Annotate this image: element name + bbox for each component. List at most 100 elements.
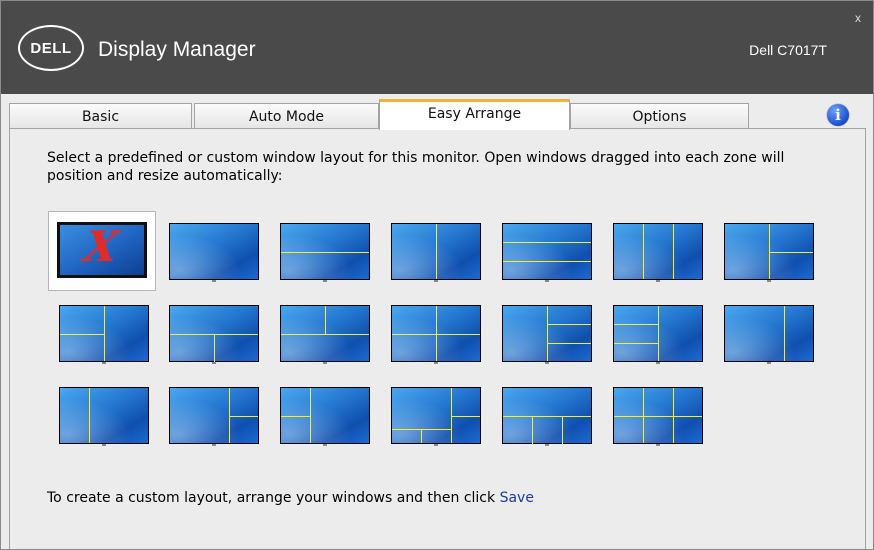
zone-divider — [436, 306, 437, 361]
monitor-screen — [614, 306, 702, 361]
layout-none-option[interactable]: X — [48, 211, 156, 291]
zone-divider — [281, 416, 310, 417]
close-button[interactable]: x — [855, 11, 861, 25]
monitor-screen — [281, 306, 369, 361]
monitor-stand — [212, 280, 216, 282]
monitor-screen — [725, 306, 813, 361]
layout-narrow-split-wide-option[interactable] — [279, 386, 371, 448]
layout-top-split-bottom-option[interactable] — [279, 304, 371, 366]
zone-divider — [281, 334, 369, 335]
layout-3-stacked-option[interactable] — [501, 222, 593, 284]
layout-left3-right-option[interactable] — [612, 304, 704, 366]
zone-divider — [503, 261, 591, 262]
monitor-stand — [656, 362, 660, 364]
display-manager-window: DELL Display Manager Dell C7017T x Basic… — [0, 0, 874, 550]
layout-complex-a-option[interactable] — [390, 386, 482, 448]
monitor-stand — [323, 362, 327, 364]
monitor-screen — [503, 306, 591, 361]
zone-divider — [532, 416, 533, 444]
zone-divider — [547, 324, 591, 325]
dell-logo: DELL — [18, 25, 84, 71]
monitor-stand — [434, 362, 438, 364]
app-title: Display Manager — [98, 38, 256, 61]
monitor-screen — [614, 224, 702, 279]
tab-basic[interactable]: Basic — [9, 103, 192, 128]
monitor-stand — [656, 444, 660, 446]
tab-easy-arrange[interactable]: Easy Arrange — [379, 99, 570, 130]
layout-left-3-right-option[interactable] — [501, 304, 593, 366]
monitor-screen — [503, 224, 591, 279]
zone-divider — [421, 429, 422, 443]
layout-3-cols-option[interactable] — [612, 222, 704, 284]
layout-top-bottom-split-option[interactable] — [168, 304, 260, 366]
monitor-stand — [545, 444, 549, 446]
layout-quad-option[interactable] — [390, 304, 482, 366]
monitor-stand — [102, 362, 106, 364]
remove-icon: X — [80, 222, 123, 271]
monitor-screen — [60, 388, 148, 443]
monitor-stand — [102, 444, 106, 446]
title-bar: DELL Display Manager Dell C7017T x — [1, 1, 873, 94]
zone-divider — [503, 242, 591, 243]
zone-divider — [451, 416, 480, 417]
tab-auto-mode[interactable]: Auto Mode — [194, 103, 379, 128]
monitor-stand — [323, 280, 327, 282]
zone-divider — [784, 306, 785, 361]
tab-options[interactable]: Options — [570, 103, 749, 128]
monitor-screen — [614, 388, 702, 443]
layout-wide-narrow-option[interactable] — [723, 304, 815, 366]
footer-text: To create a custom layout, arrange your … — [47, 490, 534, 506]
monitor-screen — [170, 224, 258, 279]
monitor-screen — [281, 388, 369, 443]
layout-full-option[interactable] — [168, 222, 260, 284]
layout-narrow-wide-option[interactable] — [58, 386, 150, 448]
zone-divider — [325, 306, 326, 334]
monitor-stand — [767, 280, 771, 282]
layout-six-grid-option[interactable] — [612, 386, 704, 448]
monitor-stand — [434, 444, 438, 446]
instructions-text: Select a predefined or custom window lay… — [47, 150, 785, 184]
monitor-stand — [434, 280, 438, 282]
monitor-stand — [545, 362, 549, 364]
zone-divider — [214, 334, 215, 362]
monitor-stand — [212, 362, 216, 364]
save-link[interactable]: Save — [500, 490, 534, 506]
zone-divider — [673, 388, 674, 443]
zone-divider — [614, 416, 702, 417]
monitor-screen — [281, 224, 369, 279]
zone-divider — [89, 388, 90, 443]
zone-divider — [643, 224, 644, 279]
zone-divider — [769, 252, 813, 253]
info-icon[interactable]: i — [827, 104, 849, 126]
monitor-stand — [656, 280, 660, 282]
monitor-screen — [392, 388, 480, 443]
monitor-thumbnail: X — [57, 222, 147, 278]
zone-divider — [614, 343, 658, 344]
layout-wide-narrow-split-option[interactable] — [168, 386, 260, 448]
zone-divider — [104, 306, 105, 361]
monitor-screen — [725, 224, 813, 279]
zone-divider — [658, 306, 659, 361]
zone-divider — [281, 252, 369, 253]
layout-complex-b-option[interactable] — [501, 386, 593, 448]
layout-2-cols-option[interactable] — [390, 222, 482, 284]
zone-divider — [673, 224, 674, 279]
zone-divider — [436, 224, 437, 279]
monitor-model: Dell C7017T — [749, 42, 827, 58]
monitor-screen — [170, 388, 258, 443]
easy-arrange-panel: Select a predefined or custom window lay… — [9, 128, 866, 549]
zone-divider — [60, 334, 104, 335]
monitor-screen — [503, 388, 591, 444]
monitor-screen — [60, 306, 148, 361]
layout-left-split-right-option[interactable] — [58, 304, 150, 366]
layout-left-right-split-option[interactable] — [723, 222, 815, 284]
zone-divider — [614, 324, 658, 325]
zone-divider — [547, 343, 591, 344]
zone-divider — [229, 416, 258, 417]
monitor-stand — [767, 362, 771, 364]
monitor-screen — [392, 306, 480, 361]
zone-divider — [547, 306, 548, 361]
layout-2-stacked-option[interactable] — [279, 222, 371, 284]
footer-instructions: To create a custom layout, arrange your … — [47, 490, 500, 506]
monitor-stand — [323, 444, 327, 446]
